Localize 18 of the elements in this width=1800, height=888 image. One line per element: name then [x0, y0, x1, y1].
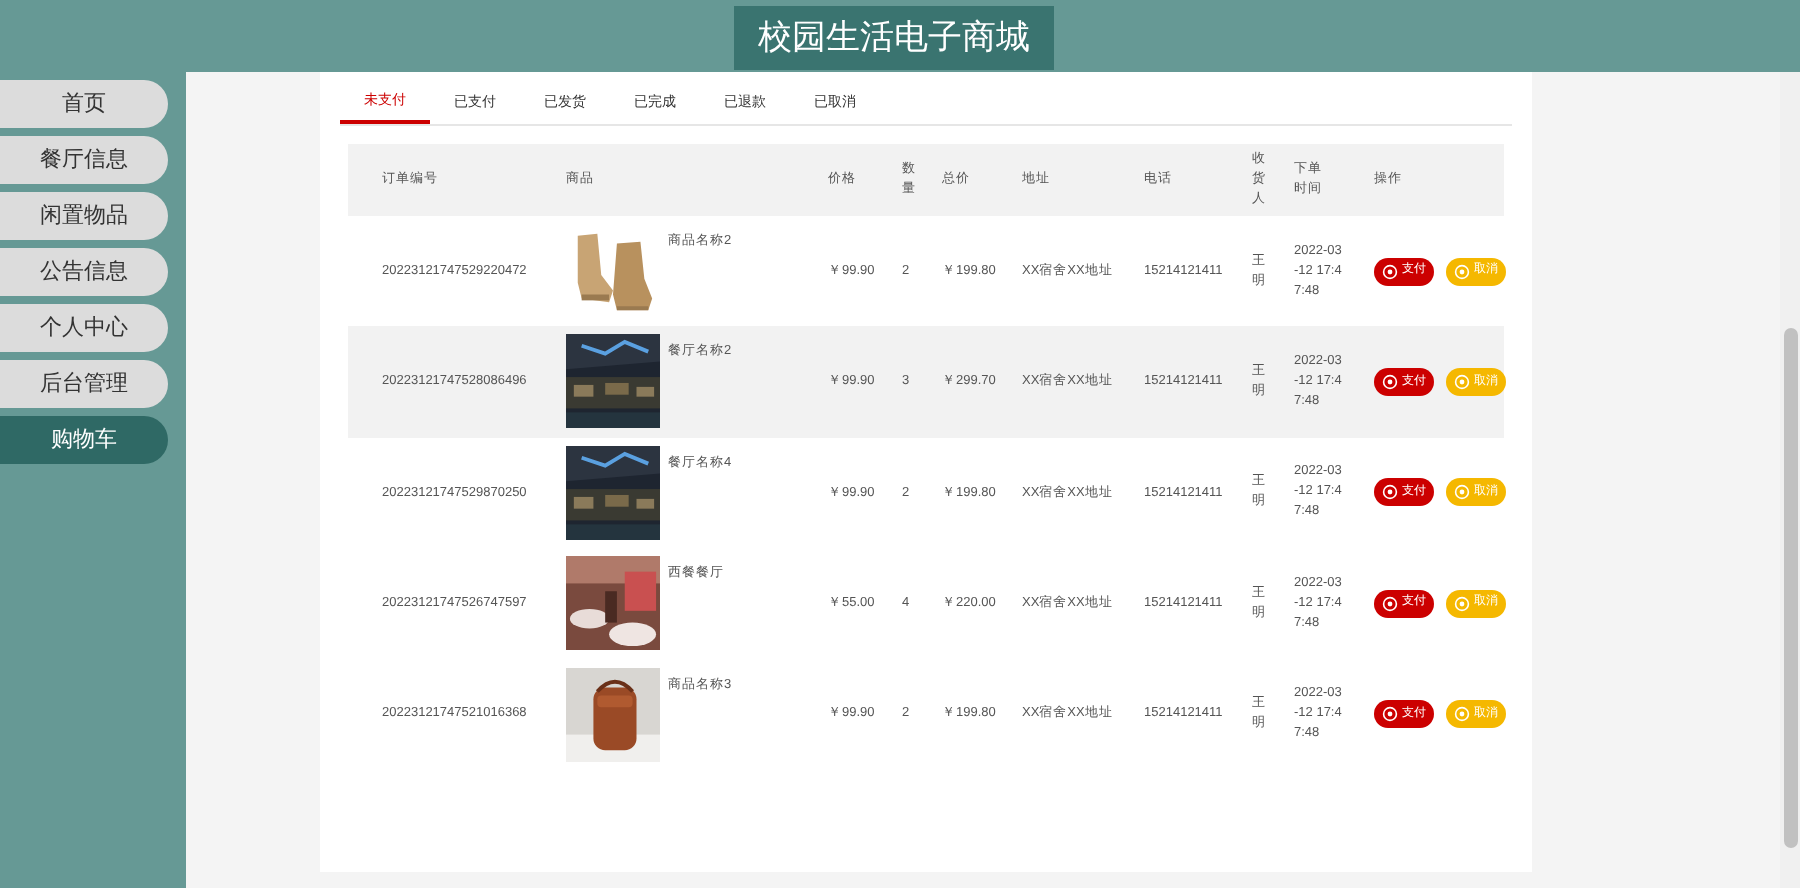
- sidebar-item[interactable]: 闲置物品: [0, 192, 168, 240]
- sidebar-item[interactable]: 餐厅信息: [0, 136, 168, 184]
- coin-icon: [1382, 484, 1398, 501]
- coin-icon: [1382, 595, 1398, 612]
- coin-icon: [1382, 374, 1398, 391]
- coin-icon: [1454, 263, 1470, 280]
- sidebar-item[interactable]: 后台管理: [0, 360, 168, 408]
- sidebar-item[interactable]: 公告信息: [0, 248, 168, 296]
- coin-icon: [1454, 374, 1470, 391]
- coin-icon: [1382, 706, 1398, 723]
- sidebar-item[interactable]: 首页: [0, 80, 168, 128]
- coin-icon: [1454, 706, 1470, 723]
- sidebar-item[interactable]: 个人中心: [0, 304, 168, 352]
- coin-icon: [1454, 595, 1470, 612]
- coin-icon: [1382, 263, 1398, 280]
- coin-icon: [1454, 484, 1470, 501]
- site-title: 校园生活电子商城: [734, 6, 1054, 70]
- sidebar-item[interactable]: 购物车: [0, 416, 168, 464]
